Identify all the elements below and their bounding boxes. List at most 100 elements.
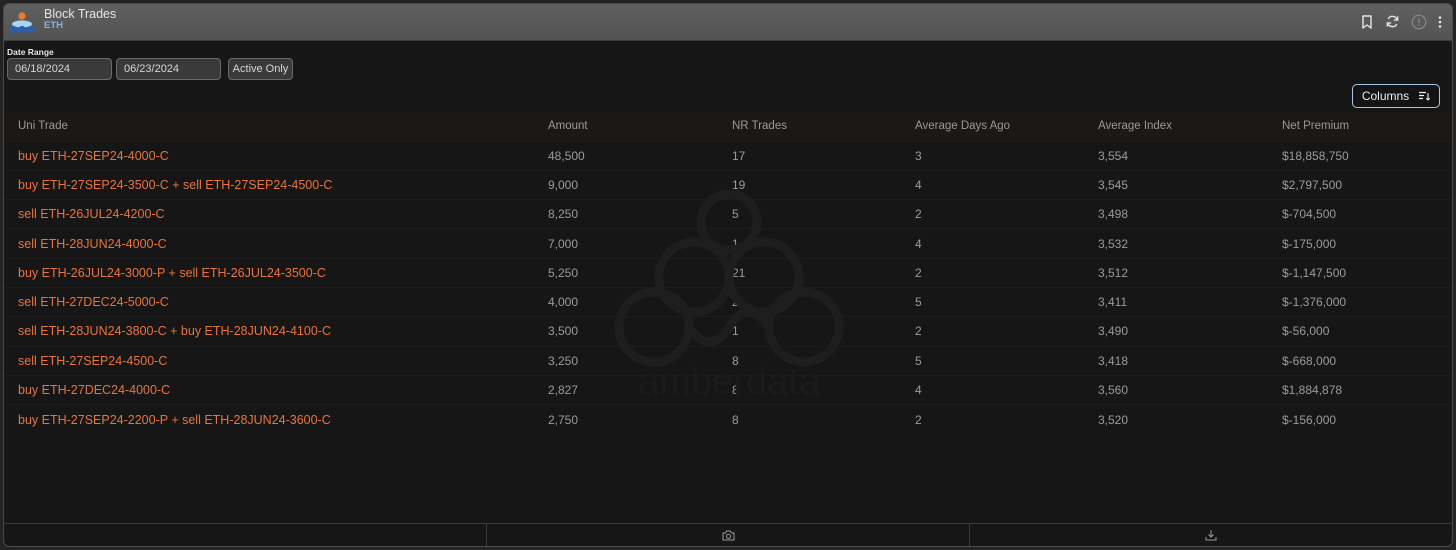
cell-amount: 8,250 (548, 207, 579, 222)
cell-net-premium: $2,797,500 (1282, 177, 1343, 192)
cell-average-index: 3,545 (1098, 177, 1129, 192)
cell-average-index: 3,520 (1098, 412, 1129, 427)
cell-amount: 2,750 (548, 412, 579, 427)
cell-net-premium: $1,884,878 (1282, 383, 1343, 398)
header-average-days-ago[interactable]: Average Days Ago (901, 112, 1084, 141)
cell-amount: 2,827 (548, 383, 579, 398)
cell-nr-trades: 8 (732, 412, 739, 427)
cell-average-index: 3,512 (1098, 265, 1129, 280)
cell-net-premium: $-175,000 (1282, 236, 1337, 251)
header-uni-trade[interactable]: Uni Trade (4, 112, 534, 141)
cell-average-index: 3,498 (1098, 207, 1129, 222)
cell-average-days-ago: 2 (915, 265, 922, 280)
table-row[interactable]: buy ETH-27DEC24-4000-C 2,827 8 4 3,560 $1,884… (4, 375, 1452, 404)
camera-icon[interactable] (722, 530, 735, 541)
cell-average-days-ago: 4 (915, 383, 922, 398)
cell-nr-trades: 19 (732, 177, 746, 192)
info-icon[interactable] (1410, 13, 1427, 30)
cell-uni-trade[interactable]: buy ETH-27SEP24-2200-P + sell ETH-28JUN2… (4, 405, 534, 434)
table-row[interactable]: sell ETH-27SEP24-4500-C 3,250 8 5 3,418 $-668… (4, 346, 1452, 375)
table-row[interactable]: sell ETH-28JUN24-4000-C 7,000 1 4 3,532 $-175… (4, 228, 1452, 258)
active-only-toggle[interactable]: Active Only (228, 58, 293, 80)
widget-footer (4, 523, 1452, 546)
amberdata-logo-icon (9, 12, 35, 34)
table-row[interactable]: sell ETH-27DEC24-5000-C 4,000 2 5 3,411 $-1,3… (4, 287, 1452, 316)
date-range-label: Date Range (7, 47, 54, 57)
cell-average-index: 3,560 (1098, 383, 1129, 398)
block-trades-widget: Block Trades ETH Date Range Active Only … (3, 3, 1453, 547)
cell-uni-trade[interactable]: sell ETH-27DEC24-5000-C (4, 287, 534, 316)
cell-net-premium: $-668,000 (1282, 353, 1337, 368)
cell-average-days-ago: 3 (915, 148, 922, 163)
cell-nr-trades: 8 (732, 353, 739, 368)
header-nr-trades[interactable]: NR Trades (718, 112, 901, 141)
cell-average-days-ago: 2 (915, 324, 922, 339)
cell-nr-trades: 21 (732, 265, 746, 280)
cell-average-index: 3,411 (1098, 295, 1128, 310)
table-row[interactable]: sell ETH-26JUL24-4200-C 8,250 5 2 3,498 $-704… (4, 199, 1452, 229)
cell-average-days-ago: 2 (915, 412, 922, 427)
cell-nr-trades: 17 (732, 148, 746, 163)
date-from-input[interactable] (7, 58, 112, 80)
cell-nr-trades: 5 (732, 207, 739, 222)
cell-amount: 7,000 (548, 236, 579, 251)
header-net-premium[interactable]: Net Premium (1268, 112, 1452, 141)
table-row[interactable]: buy ETH-27SEP24-2200-P + sell ETH-28JUN2… (4, 404, 1452, 434)
cell-uni-trade[interactable]: buy ETH-26JUL24-3000-P + sell ETH-26JUL2… (4, 258, 534, 287)
cell-average-index: 3,490 (1098, 324, 1129, 339)
footer-cell-download (969, 524, 1452, 546)
table-row[interactable]: buy ETH-26JUL24-3000-P + sell ETH-26JUL2… (4, 258, 1452, 287)
bookmark-icon[interactable] (1358, 13, 1375, 30)
cell-net-premium: $-1,376,000 (1282, 295, 1347, 310)
widget-subtitle: ETH (44, 20, 63, 31)
cell-nr-trades: 2 (732, 295, 739, 310)
cell-amount: 3,500 (548, 324, 579, 339)
cell-amount: 3,250 (548, 353, 579, 368)
refresh-icon[interactable] (1384, 13, 1401, 30)
table-header-row: Uni Trade Amount NR Trades Average Days … (4, 112, 1452, 141)
cell-average-days-ago: 4 (915, 177, 922, 192)
sort-lines-icon (1419, 91, 1431, 101)
cell-average-index: 3,418 (1098, 353, 1129, 368)
cell-net-premium: $-56,000 (1282, 324, 1330, 339)
more-vertical-icon[interactable] (1436, 13, 1444, 30)
cell-net-premium: $18,858,750 (1282, 148, 1349, 163)
cell-nr-trades: 8 (732, 383, 739, 398)
table-row[interactable]: buy ETH-27SEP24-4000-C 48,500 17 3 3,554 $18,… (4, 141, 1452, 170)
footer-cell-left (4, 524, 486, 546)
cell-uni-trade[interactable]: sell ETH-27SEP24-4500-C (4, 346, 534, 375)
cell-average-index: 3,532 (1098, 236, 1129, 251)
cell-uni-trade[interactable]: sell ETH-26JUL24-4200-C (4, 200, 534, 229)
cell-nr-trades: 1 (732, 236, 739, 251)
header-average-index[interactable]: Average Index (1084, 112, 1268, 141)
cell-net-premium: $-704,500 (1282, 207, 1337, 222)
cell-amount: 9,000 (548, 177, 579, 192)
cell-average-days-ago: 4 (915, 236, 922, 251)
cell-average-index: 3,554 (1098, 148, 1129, 163)
download-icon[interactable] (1205, 529, 1217, 541)
cell-average-days-ago: 2 (915, 207, 922, 222)
cell-net-premium: $-1,147,500 (1282, 265, 1347, 280)
table-row[interactable]: buy ETH-27SEP24-3500-C + sell ETH-27SEP2… (4, 170, 1452, 199)
block-trades-table: Uni Trade Amount NR Trades Average Days … (4, 112, 1452, 434)
cell-net-premium: $-156,000 (1282, 412, 1337, 427)
title-bar: Block Trades ETH (4, 4, 1452, 41)
date-to-input[interactable] (116, 58, 221, 80)
columns-button-label: Columns (1361, 89, 1410, 103)
cell-average-days-ago: 5 (915, 295, 922, 310)
table-row[interactable]: sell ETH-28JUN24-3800-C + buy ETH-28JUN2… (4, 316, 1452, 346)
cell-nr-trades: 1 (732, 324, 739, 339)
cell-average-days-ago: 5 (915, 353, 922, 368)
cell-uni-trade[interactable]: sell ETH-28JUN24-3800-C + buy ETH-28JUN2… (4, 317, 534, 346)
columns-button[interactable]: Columns (1352, 84, 1440, 108)
filter-bar: Date Range Active Only (4, 41, 1452, 83)
header-amount[interactable]: Amount (534, 112, 718, 141)
cell-uni-trade[interactable]: sell ETH-28JUN24-4000-C (4, 229, 534, 258)
footer-cell-screenshot (486, 524, 969, 546)
cell-uni-trade[interactable]: buy ETH-27SEP24-4000-C (4, 141, 534, 170)
cell-amount: 4,000 (548, 295, 579, 310)
cell-amount: 5,250 (548, 265, 579, 280)
cell-uni-trade[interactable]: buy ETH-27DEC24-4000-C (4, 375, 534, 404)
cell-amount: 48,500 (548, 148, 585, 163)
cell-uni-trade[interactable]: buy ETH-27SEP24-3500-C + sell ETH-27SEP2… (4, 170, 534, 199)
